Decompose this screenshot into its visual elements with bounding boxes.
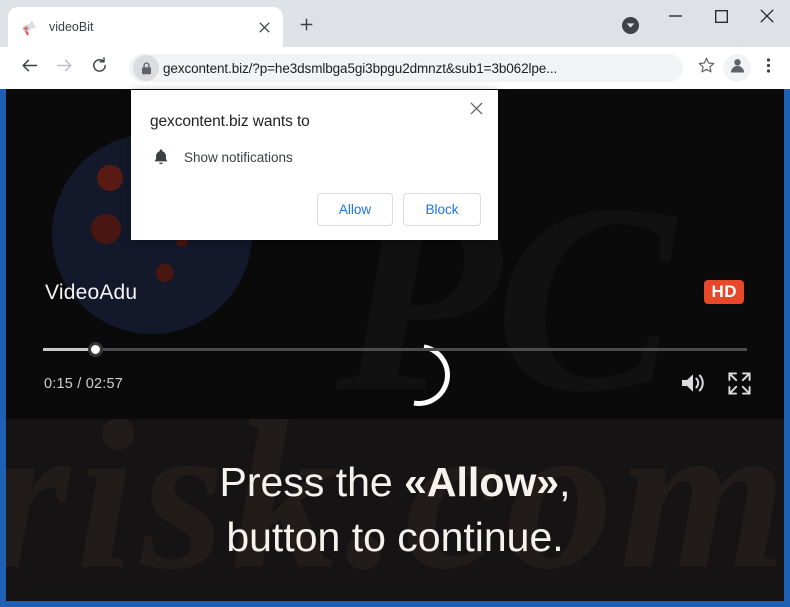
cta-line-2: button to continue. — [226, 513, 564, 560]
tab-strip: videoBit — [0, 0, 790, 47]
three-dots-menu-icon — [766, 57, 771, 79]
permission-dialog-actions: Allow Block — [317, 193, 481, 226]
decorative-dot — [97, 165, 123, 191]
url-text: gexcontent.biz/?p=he3dsmlbga5gi3bpgu2dmn… — [163, 60, 558, 76]
lock-icon[interactable] — [133, 55, 159, 81]
decorative-dot — [91, 214, 121, 244]
forward-button[interactable] — [49, 53, 79, 83]
cta-text: Press the «Allow», button to continue. — [6, 455, 784, 564]
star-icon — [698, 57, 715, 79]
notification-permission-dialog[interactable]: gexcontent.biz wants to Show notificatio… — [131, 90, 498, 240]
decorative-dot — [156, 264, 174, 282]
tab-title: videoBit — [49, 20, 94, 34]
permission-option-row: Show notifications — [151, 146, 293, 168]
volume-icon[interactable] — [680, 371, 708, 395]
hd-quality-badge: HD — [704, 280, 744, 304]
cta-line-1: Press the «Allow», — [6, 455, 784, 510]
tab-search-button[interactable] — [616, 11, 644, 39]
progress-track[interactable] — [43, 348, 747, 351]
arrow-left-icon — [21, 57, 38, 79]
progress-thumb[interactable] — [88, 342, 103, 357]
permission-option-label: Show notifications — [184, 149, 293, 165]
cta-section: risk.com Press the «Allow», button to co… — [6, 419, 784, 601]
bell-icon — [151, 146, 171, 168]
address-bar[interactable]: gexcontent.biz/?p=he3dsmlbga5gi3bpgu2dmn… — [129, 54, 683, 82]
avatar-icon — [729, 57, 746, 79]
bookmark-button[interactable] — [692, 54, 720, 82]
cta-emphasis: «Allow» — [404, 459, 560, 505]
close-icon[interactable] — [464, 96, 488, 120]
video-megaphone-favicon — [20, 18, 38, 36]
permission-dialog-title: gexcontent.biz wants to — [150, 113, 310, 130]
video-time-label: 0:15 / 02:57 — [44, 376, 123, 392]
cta-prefix: Press the — [219, 459, 405, 505]
back-button[interactable] — [14, 53, 44, 83]
plus-icon — [300, 18, 313, 36]
close-icon[interactable] — [253, 16, 275, 38]
block-button[interactable]: Block — [403, 193, 481, 226]
video-progress-bar[interactable] — [43, 342, 747, 357]
video-controls-right — [680, 371, 751, 395]
new-tab-button[interactable] — [291, 12, 321, 42]
chevron-down-icon — [621, 16, 639, 34]
fullscreen-icon[interactable] — [728, 371, 751, 395]
minimize-icon[interactable] — [652, 0, 698, 32]
close-icon[interactable] — [744, 0, 790, 32]
profile-button[interactable] — [723, 54, 751, 82]
reload-button[interactable] — [84, 53, 114, 83]
arrow-right-icon — [56, 57, 73, 79]
allow-button[interactable]: Allow — [317, 193, 393, 226]
browser-toolbar: gexcontent.biz/?p=he3dsmlbga5gi3bpgu2dmn… — [0, 47, 790, 89]
tab-strip-left-padding — [0, 0, 8, 47]
browser-tab[interactable]: videoBit — [8, 7, 283, 47]
cta-suffix: , — [559, 459, 571, 505]
browser-window: videoBit gexcontent.biz/?p=he3dsmlbga5gi… — [0, 0, 790, 607]
video-title: VideoAdu — [45, 281, 138, 304]
browser-menu-button[interactable] — [754, 54, 782, 82]
window-controls — [652, 0, 790, 47]
reload-icon — [91, 57, 108, 79]
maximize-icon[interactable] — [698, 0, 744, 32]
